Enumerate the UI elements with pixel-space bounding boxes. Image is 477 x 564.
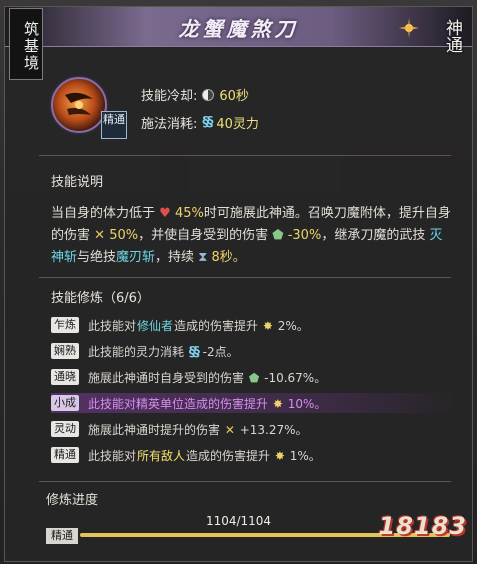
- desc-text: 与绝技: [77, 250, 117, 265]
- heart-icon: ♥: [159, 206, 171, 221]
- moon-icon: [202, 88, 215, 101]
- desc-text: ，持续: [155, 250, 195, 265]
- mod-text: 此技能的灵力消耗 §§ -2点。: [88, 344, 239, 360]
- desc-text: 当自身的体力低于: [51, 206, 156, 221]
- shield-icon: ⬟: [272, 228, 284, 243]
- mod-row: 灵动 施展此神通时提升的伤害 ✕ +13.27%。: [51, 419, 455, 439]
- mod-row-highlighted: 小成 此技能对精英单位造成的伤害提升 ✸ 10%。: [51, 393, 455, 413]
- progress-level-tag: 精通: [46, 528, 78, 544]
- rank-badge: 神通: [442, 19, 462, 53]
- crossed-swords-icon: ✕: [94, 228, 106, 243]
- desc-duration-value: 8秒。: [211, 250, 246, 265]
- mana-value: 40灵力: [216, 117, 259, 132]
- cooldown-label: 技能冷却:: [141, 89, 198, 104]
- skill-icon[interactable]: [51, 77, 107, 133]
- hourglass-icon: ⧗: [198, 250, 208, 265]
- spark-icon: [399, 18, 419, 38]
- divider: [39, 277, 451, 278]
- sun-icon: ✸: [272, 396, 283, 411]
- mod-row: 乍炼 此技能对修仙者造成的伤害提升 ✸ 2%。: [51, 315, 455, 335]
- mod-tag: 娴熟: [51, 343, 79, 359]
- sun-icon: ✸: [274, 448, 285, 463]
- mod-row: 通晓 施展此神通时自身受到的伤害 ⬟ -10.67%。: [51, 367, 455, 387]
- mana-row: 施法消耗: §§ 40灵力: [141, 113, 259, 132]
- desc-defense-value: -30%: [287, 228, 322, 243]
- crossed-swords-icon: ✕: [224, 422, 235, 437]
- skill-level-label: 精通: [101, 111, 127, 139]
- mod-text: 此技能对修仙者造成的伤害提升 ✸ 2%。: [88, 318, 309, 333]
- mod-text: 施展此神通时提升的伤害 ✕ +13.27%。: [88, 422, 308, 437]
- mod-row: 精通 此技能对所有敌人造成的伤害提升 ✸ 1%。: [51, 445, 455, 465]
- progress-label: 修炼进度: [46, 493, 99, 508]
- desc-text: ，并使自身受到的伤害: [138, 228, 269, 243]
- mods-heading: 技能修炼（6/6）: [51, 291, 150, 306]
- mod-row: 娴熟 此技能的灵力消耗 §§ -2点。: [51, 341, 455, 361]
- desc-hp-value: 45%: [174, 206, 204, 221]
- desc-damage-value: 50%: [109, 228, 139, 243]
- mod-text: 此技能对精英单位造成的伤害提升 ✸ 10%。: [88, 396, 327, 411]
- blade-icon: [65, 92, 93, 115]
- mod-tag: 小成: [51, 395, 79, 411]
- qi-icon: §§: [188, 344, 200, 360]
- description-heading: 技能说明: [51, 175, 104, 190]
- skill-detail-panel: 龙蟹魔煞刀 精通 技能冷却: 60秒 施法消耗: §§ 40灵力 技能说明 当自…: [4, 6, 473, 562]
- desc-skill-name: 魔刃斩: [116, 250, 156, 265]
- mod-tag: 精通: [51, 447, 79, 463]
- divider: [39, 481, 451, 482]
- divider: [39, 155, 451, 156]
- mod-tag: 通晓: [51, 369, 79, 385]
- realm-tag: 筑基境: [9, 8, 43, 80]
- qi-icon: §§: [202, 115, 213, 130]
- watermark-logo: 18183: [378, 512, 467, 540]
- skill-description: 当自身的体力低于 ♥ 45%时可施展此神通。召唤刀魔附体，提升自身的伤害 ✕ 5…: [51, 203, 455, 269]
- mod-text: 此技能对所有敌人造成的伤害提升 ✸ 1%。: [88, 448, 321, 463]
- mod-text: 施展此神通时自身受到的伤害 ⬟ -10.67%。: [88, 370, 327, 385]
- cooldown-row: 技能冷却: 60秒: [141, 85, 249, 104]
- desc-text: ，继承刀魔的武技: [321, 228, 426, 243]
- sun-icon: ✸: [262, 318, 273, 333]
- shield-icon: ⬟: [248, 370, 260, 385]
- mana-label: 施法消耗:: [141, 117, 198, 132]
- mod-tag: 乍炼: [51, 317, 79, 333]
- mod-tag: 灵动: [51, 421, 79, 437]
- cooldown-value: 60秒: [219, 89, 249, 104]
